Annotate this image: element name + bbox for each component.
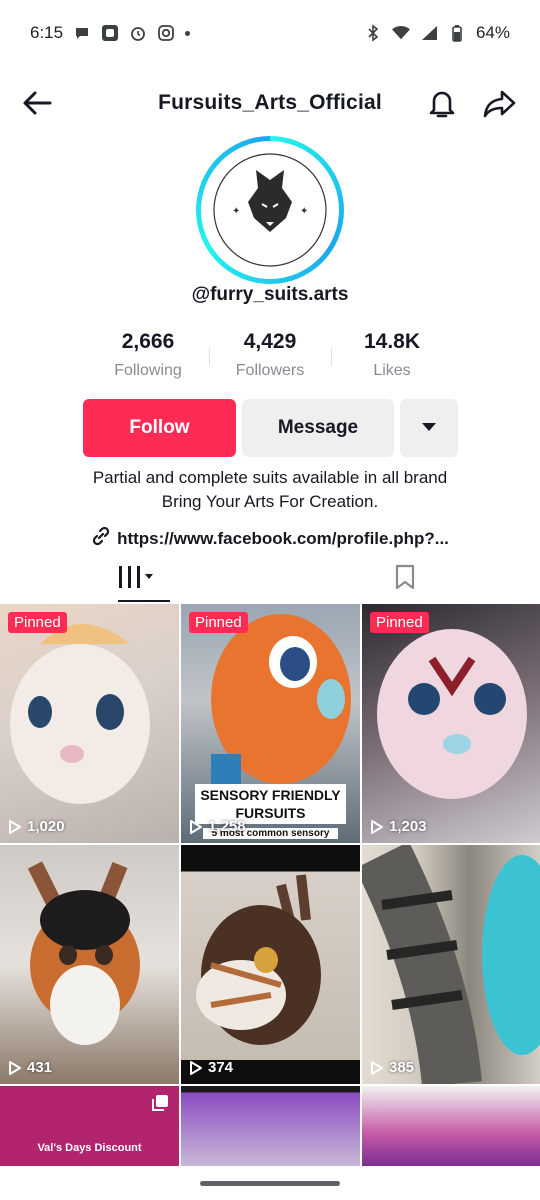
content-tabs [0,556,540,602]
tab-videos[interactable] [0,556,270,602]
followers-stat[interactable]: 4,429 Followers [210,330,330,380]
profile-link[interactable]: https://www.facebook.com/profile.php?... [0,526,540,551]
pinned-badge: Pinned [370,612,429,633]
followers-count: 4,429 [243,330,297,353]
avatar[interactable]: ✦ ✦ [196,136,344,284]
play-icon [9,1060,21,1075]
video-grid: Pinned 1,020 Pinned SENSORY FRIENDLY FUR… [0,604,540,1166]
photo-carousel-icon [151,1094,169,1112]
view-count-value: 1,258 [208,818,246,835]
view-count-value: 374 [208,1059,234,1076]
gesture-home-bar[interactable] [200,1181,340,1186]
message-button[interactable]: Message [242,399,394,457]
profile-header: Fursuits_Arts_Official [0,72,540,134]
view-count-value: 385 [389,1059,415,1076]
view-count-value: 1,020 [27,818,65,835]
video-thumbnail[interactable]: Val's Days Discount [0,1086,179,1166]
caret-down-icon [421,417,437,439]
pinned-badge: Pinned [189,612,248,633]
profile-actions: Follow Message [83,399,458,457]
instagram-icon [157,24,175,42]
alarm-icon [129,24,147,42]
following-count: 2,666 [121,330,175,353]
battery-percent: 64% [475,23,510,42]
likes-count: 14.8K [363,330,421,353]
bio-line: Bring Your Arts For Creation. [161,492,379,511]
likes-stat[interactable]: 14.8K Likes [332,330,452,380]
play-icon [190,819,202,834]
followers-label: Followers [235,362,305,379]
follow-button[interactable]: Follow [83,399,236,457]
share-icon[interactable] [482,86,518,120]
profile-bio: Partial and complete suits available in … [0,466,540,514]
view-count: 1,258 [189,818,246,835]
app-notification-icon [101,24,119,42]
pinned-badge: Pinned [8,612,67,633]
play-icon [371,1060,383,1075]
video-thumbnail[interactable] [362,1086,540,1166]
svg-text:✦: ✦ [232,206,240,217]
play-icon [190,1060,202,1075]
notification-bell-icon[interactable] [426,86,458,120]
more-options-button[interactable] [400,399,458,457]
video-thumbnail[interactable]: Pinned 1,020 [0,604,179,843]
view-count: 1,203 [370,818,427,835]
video-thumbnail[interactable]: 431 [0,845,179,1084]
avatar-logo: ✦ ✦ [201,141,339,279]
view-count-value: 431 [27,1059,53,1076]
following-label: Following [114,362,182,379]
page-title: Fursuits_Arts_Official [158,91,382,114]
video-thumbnail[interactable]: Pinned 1,203 [362,604,540,843]
wifi-icon [391,24,410,42]
video-thumbnail[interactable]: Pinned SENSORY FRIENDLY FURSUITS 5 most … [181,604,360,843]
bookmark-icon [394,564,416,595]
profile-stats: 2,666 Following 4,429 Followers 14.8K Li… [88,330,452,380]
video-thumbnail[interactable]: 374 [181,845,360,1084]
cellular-signal-icon [420,24,438,42]
play-icon [371,819,383,834]
tab-saved[interactable] [270,556,540,602]
video-thumbnail[interactable] [181,1086,360,1166]
bluetooth-icon [364,24,382,42]
link-text: https://www.facebook.com/profile.php?... [117,528,449,548]
status-time: 6:15 [30,23,64,42]
view-count-value: 1,203 [389,818,427,835]
more-notifications-dot [185,30,191,36]
view-count: 374 [189,1059,233,1076]
following-stat[interactable]: 2,666 Following [88,330,208,380]
link-icon [91,526,111,551]
svg-text:✦: ✦ [300,206,308,217]
promo-text: Val's Days Discount [37,1142,142,1154]
play-icon [9,819,21,834]
chat-notification-icon [73,24,91,42]
back-arrow-icon[interactable] [20,86,54,120]
video-thumbnail[interactable]: 385 [362,845,540,1084]
videos-grid-icon [115,564,155,595]
profile-handle: @furry_suits.arts [191,284,349,305]
view-count: 1,020 [8,818,65,835]
view-count: 431 [8,1059,52,1076]
status-bar: 6:15 64% [0,0,540,66]
likes-label: Likes [373,362,411,379]
battery-icon [448,24,466,42]
view-count: 385 [370,1059,414,1076]
bio-line: Partial and complete suits available in … [92,468,448,487]
